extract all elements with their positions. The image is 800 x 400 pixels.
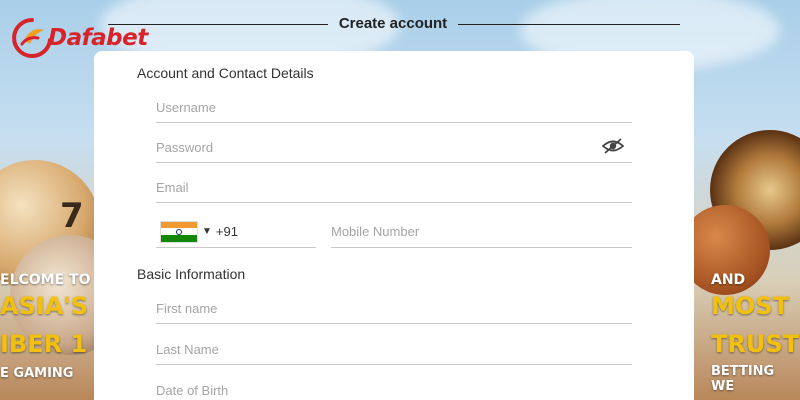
country-code-select[interactable]: ▼ +91 bbox=[156, 216, 316, 248]
email-input[interactable] bbox=[156, 173, 632, 202]
password-input[interactable] bbox=[156, 133, 632, 162]
promo-left-line-1: ELCOME TO bbox=[0, 272, 91, 288]
caret-down-icon: ▼ bbox=[202, 226, 212, 237]
first-name-input[interactable] bbox=[156, 294, 632, 323]
promo-right-line-2: MOST bbox=[711, 292, 789, 320]
dafabet-logo-icon bbox=[10, 16, 54, 60]
eye-slash-icon[interactable] bbox=[601, 137, 625, 155]
username-field[interactable] bbox=[156, 93, 632, 123]
last-name-field[interactable] bbox=[156, 335, 632, 365]
brand-name: Dafabet bbox=[48, 25, 148, 51]
section-title-basic: Basic Information bbox=[137, 266, 246, 282]
page-title: Create account bbox=[338, 15, 448, 32]
username-input[interactable] bbox=[156, 93, 632, 122]
last-name-input[interactable] bbox=[156, 335, 632, 364]
promo-left-line-4: E GAMING bbox=[0, 366, 74, 381]
promo-right-line-3: TRUST bbox=[711, 330, 799, 358]
date-of-birth-field[interactable] bbox=[156, 376, 632, 400]
promo-right-line-4: BETTING WE bbox=[711, 364, 775, 394]
india-flag-icon bbox=[160, 220, 198, 243]
title-divider-left bbox=[108, 24, 328, 25]
title-divider-right bbox=[458, 24, 680, 25]
email-field[interactable] bbox=[156, 173, 632, 203]
country-dial-code: +91 bbox=[215, 224, 238, 239]
section-title-account: Account and Contact Details bbox=[137, 65, 314, 81]
password-field[interactable] bbox=[156, 133, 632, 163]
first-name-field[interactable] bbox=[156, 294, 632, 324]
promo-right-line-1: AND bbox=[711, 272, 746, 288]
lottery-ball-number: 7 bbox=[60, 196, 84, 236]
promo-left-line-2: ASIA'S bbox=[0, 292, 88, 320]
registration-form-card: Account and Contact Details ▼ +91 Basic … bbox=[94, 51, 694, 400]
mobile-number-input[interactable] bbox=[331, 216, 632, 247]
promo-left-line-3: IBER 1 bbox=[0, 330, 88, 358]
mobile-number-field[interactable] bbox=[331, 216, 632, 248]
date-of-birth-input[interactable] bbox=[156, 376, 632, 400]
